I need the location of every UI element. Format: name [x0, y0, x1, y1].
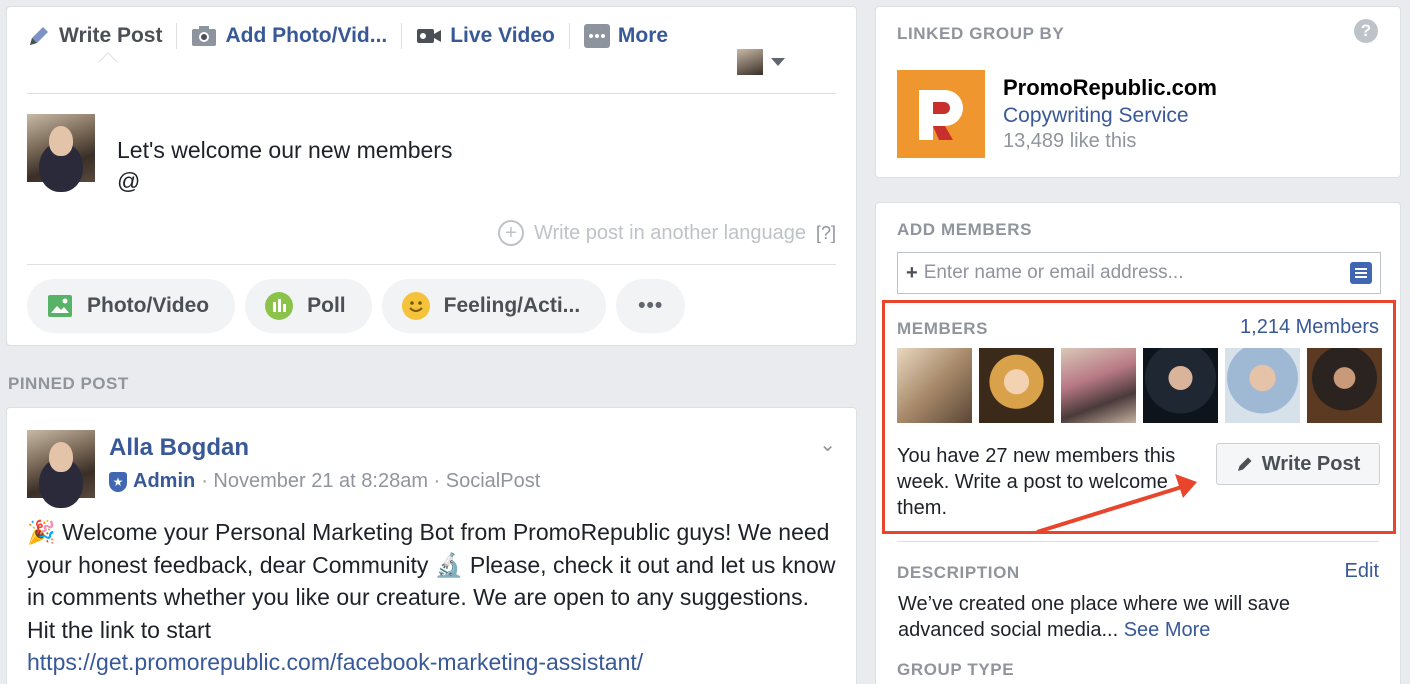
tab-more[interactable]: More [583, 24, 669, 48]
avatar [27, 114, 95, 182]
tab-live-video-label: Live Video [450, 24, 555, 47]
composer-actions: Photo/Video Poll Feeling/Acti... ••• [27, 279, 686, 333]
post-meta: ★ Admin · November 21 at 8:28am · Social… [109, 470, 540, 493]
linked-page-likes: 13,489 like this [1003, 130, 1137, 152]
promorepublic-logo[interactable] [897, 70, 985, 158]
post-as-selector[interactable] [737, 49, 785, 75]
author-name[interactable]: Alla Bogdan [109, 434, 249, 462]
help-icon[interactable]: ? [1354, 19, 1378, 43]
poll-icon [265, 292, 294, 320]
post-options-chevron-icon[interactable]: ⌄ [819, 432, 836, 457]
divider [897, 541, 1379, 542]
pinned-post-heading: PINNED POST [8, 374, 129, 393]
author-avatar[interactable] [27, 430, 95, 498]
more-dots-icon: ••• [638, 294, 664, 317]
add-member-placeholder: Enter name or email address... [923, 262, 1184, 283]
pencil-icon [1237, 457, 1252, 471]
member-avatar[interactable] [1307, 348, 1382, 423]
photo-icon [48, 295, 72, 317]
post-timestamp: · November 21 at 8:28am · SocialPost [201, 470, 541, 492]
linked-group-card: LINKED GROUP BY ? PromoRepublic.com Copy… [875, 6, 1401, 178]
photo-video-button[interactable]: Photo/Video [27, 279, 236, 333]
member-avatar[interactable] [979, 348, 1054, 423]
more-icon [583, 24, 610, 48]
group-type-heading: GROUP TYPE [897, 660, 1015, 679]
shield-icon: ★ [109, 471, 127, 492]
post-body-text: 🎉 Welcome your Personal Marketing Bot fr… [27, 519, 836, 643]
composer-card: Write Post Add Photo/Vid... Live Video M… [6, 6, 857, 346]
new-members-text: You have 27 new members this week. Write… [897, 445, 1176, 519]
see-more-link[interactable]: See More [1124, 619, 1211, 641]
plus-circle-icon: + [497, 220, 524, 246]
linked-page-category[interactable]: Copywriting Service [1003, 104, 1189, 128]
members-heading: MEMBERS [897, 319, 989, 338]
tab-write-post-label: Write Post [59, 24, 163, 47]
poll-button[interactable]: Poll [245, 279, 372, 333]
post-body: 🎉 Welcome your Personal Marketing Bot fr… [27, 516, 837, 679]
poll-label: Poll [307, 294, 346, 317]
tab-more-label: More [617, 24, 669, 47]
member-avatar[interactable] [897, 348, 972, 423]
write-post-label: Write Post [1261, 452, 1361, 475]
linked-group-heading: LINKED GROUP BY [897, 24, 1065, 43]
promorepublic-logo-mark [897, 70, 985, 158]
admin-label: Admin [133, 470, 196, 492]
post-as-avatar [737, 49, 763, 75]
description-heading: DESCRIPTION [897, 563, 1020, 582]
tab-add-photo[interactable]: Add Photo/Vid... [191, 24, 387, 48]
camera-icon [192, 26, 217, 46]
video-camera-icon [417, 29, 442, 43]
post-text-mention: @ [117, 168, 141, 194]
add-members-heading: ADD MEMBERS [897, 220, 1033, 239]
write-in-language[interactable]: + Write post in another language [?] [497, 220, 836, 246]
more-actions-button[interactable]: ••• [616, 279, 686, 333]
member-avatar[interactable] [1225, 348, 1300, 423]
tab-add-photo-label: Add Photo/Vid... [225, 24, 388, 47]
tab-live-video[interactable]: Live Video [416, 24, 555, 48]
chevron-down-icon [771, 58, 785, 66]
feeling-activity-button[interactable]: Feeling/Acti... [381, 279, 607, 333]
description-body: We’ve created one place where we will sa… [898, 593, 1291, 641]
linked-page-name[interactable]: PromoRepublic.com [1003, 75, 1217, 101]
composer-tabs: Write Post Add Photo/Vid... Live Video M… [27, 23, 668, 49]
post-link[interactable]: https://get.promorepublic.com/facebook-m… [27, 649, 643, 675]
write-language-label: Write post in another language [533, 221, 806, 244]
pinned-post-card: Alla Bogdan ★ Admin · November 21 at 8:2… [6, 407, 857, 684]
member-avatar[interactable] [1061, 348, 1136, 423]
write-post-button[interactable]: Write Post [1216, 443, 1380, 485]
post-textarea[interactable]: Let's welcome our new members @ [117, 135, 452, 197]
feeling-label: Feeling/Acti... [443, 294, 581, 317]
active-tab-caret [98, 52, 118, 72]
smile-icon [401, 292, 430, 320]
members-card: ADD MEMBERS + Enter name or email addres… [875, 202, 1401, 684]
member-photos [897, 348, 1382, 423]
photo-video-label: Photo/Video [87, 294, 210, 317]
description-text: We’ve created one place where we will sa… [898, 591, 1358, 643]
add-member-input[interactable]: + Enter name or email address... [897, 252, 1381, 294]
member-avatar[interactable] [1143, 348, 1218, 423]
members-count-link[interactable]: 1,214 Members [1240, 316, 1379, 339]
post-text-line: Let's welcome our new members [117, 137, 453, 163]
admin-badge[interactable]: ★ Admin [109, 470, 195, 493]
description-edit-link[interactable]: Edit [1345, 560, 1379, 583]
address-book-icon[interactable] [1350, 262, 1372, 284]
tab-write-post[interactable]: Write Post [27, 24, 162, 48]
plus-icon: + [906, 261, 918, 284]
language-help-link[interactable]: [?] [816, 223, 836, 244]
pencil-icon [30, 27, 48, 45]
